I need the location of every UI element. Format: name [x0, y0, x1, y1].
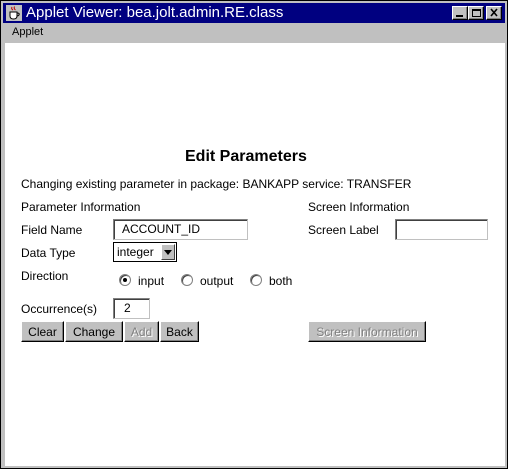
screen-label-label: Screen Label [308, 223, 379, 237]
clear-button[interactable]: Clear [21, 321, 64, 342]
minimize-icon [456, 15, 463, 17]
data-type-label: Data Type [21, 246, 76, 260]
parameter-information-label: Parameter Information [21, 200, 141, 214]
direction-label: Direction [21, 269, 69, 283]
close-icon [490, 8, 498, 17]
java-cup-icon [6, 5, 22, 21]
add-button[interactable]: Add [124, 321, 159, 342]
maximize-button[interactable] [468, 6, 484, 20]
dropdown-button[interactable] [161, 244, 175, 260]
minimize-button[interactable] [452, 6, 468, 20]
direction-option-input-label[interactable]: input [138, 274, 164, 288]
chevron-down-icon [164, 250, 172, 255]
menu-applet[interactable]: Applet [12, 26, 43, 39]
direction-radio-input[interactable] [119, 274, 131, 286]
close-button[interactable] [486, 6, 502, 20]
screen-information-label: Screen Information [308, 200, 410, 214]
menu-bar: Applet [3, 24, 505, 42]
subtitle-text: Changing existing parameter in package: … [21, 177, 412, 191]
direction-option-output-label[interactable]: output [200, 274, 233, 288]
direction-radio-output[interactable] [181, 274, 193, 286]
maximize-icon [472, 9, 481, 17]
window-title: Applet Viewer: bea.jolt.admin.RE.class [26, 4, 284, 21]
back-button[interactable]: Back [160, 321, 199, 342]
applet-content: Edit Parameters Changing existing parame… [5, 43, 505, 466]
data-type-select[interactable]: integer [113, 242, 177, 262]
data-type-value: integer [117, 245, 154, 259]
page-title: Edit Parameters [185, 148, 307, 165]
screen-label-input[interactable] [395, 219, 488, 240]
occurrence-input[interactable]: 2 [113, 298, 150, 319]
applet-viewer-window: Applet Viewer: bea.jolt.admin.RE.class A… [0, 0, 508, 469]
direction-option-both-label[interactable]: both [269, 274, 292, 288]
change-button[interactable]: Change [65, 321, 123, 342]
direction-radio-both[interactable] [250, 274, 262, 286]
title-bar[interactable]: Applet Viewer: bea.jolt.admin.RE.class [3, 3, 505, 23]
screen-information-button[interactable]: Screen Information [308, 321, 426, 342]
field-name-input[interactable]: ACCOUNT_ID [113, 219, 248, 240]
field-name-label: Field Name [21, 223, 83, 237]
occurrence-label: Occurrence(s) [21, 302, 98, 316]
